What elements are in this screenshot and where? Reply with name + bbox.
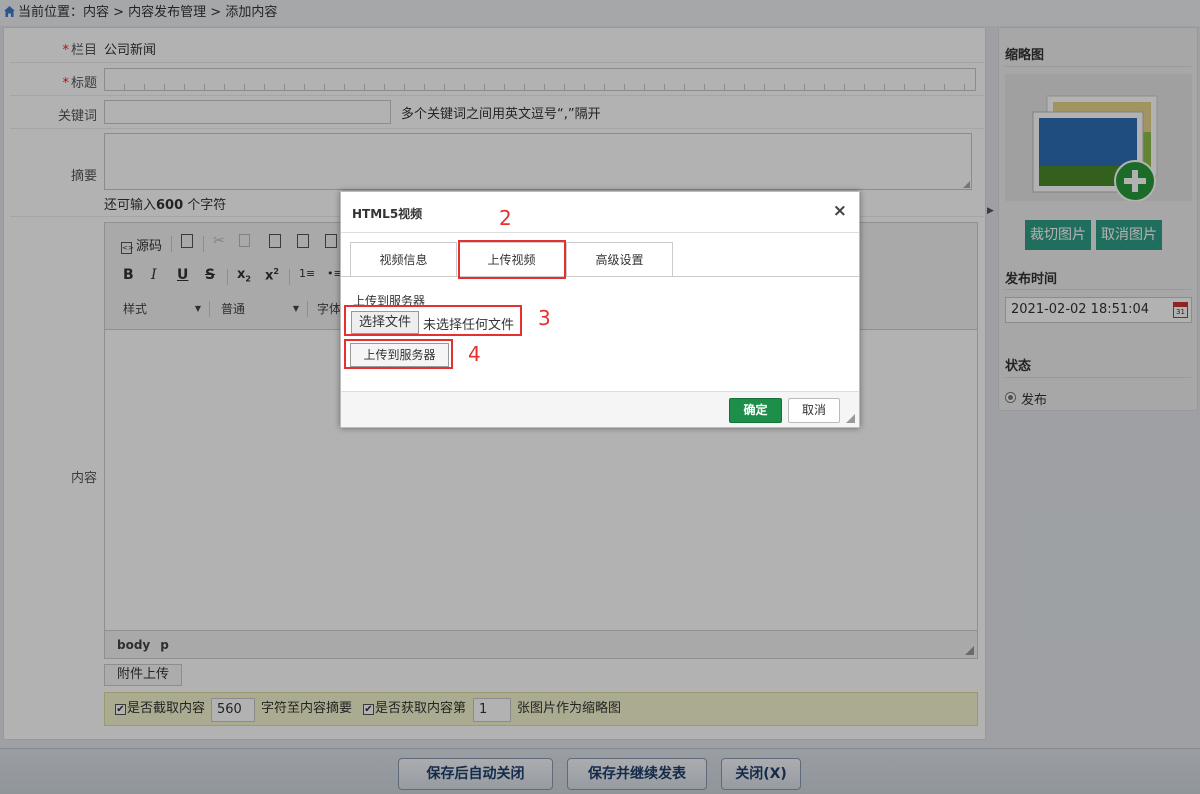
tab-divider <box>341 276 859 277</box>
ok-button[interactable]: 确定 <box>729 398 782 423</box>
annotation-label-4: 4 <box>468 342 481 366</box>
annotation-box-3 <box>344 305 522 336</box>
dialog-header: HTML5视频 × <box>341 192 859 233</box>
dialog-title: HTML5视频 <box>352 207 423 221</box>
annotation-label-3: 3 <box>538 306 551 330</box>
dialog-resize-handle[interactable] <box>846 414 855 423</box>
tab-video-info[interactable]: 视频信息 <box>350 242 457 276</box>
annotation-box-2 <box>458 240 566 279</box>
annotation-box-4 <box>344 339 453 369</box>
tab-advanced[interactable]: 高级设置 <box>566 242 673 276</box>
dialog-footer: 确定 取消 <box>341 391 859 427</box>
close-icon[interactable]: × <box>833 201 847 221</box>
cancel-button[interactable]: 取消 <box>788 398 840 423</box>
annotation-label-2: 2 <box>499 206 512 230</box>
